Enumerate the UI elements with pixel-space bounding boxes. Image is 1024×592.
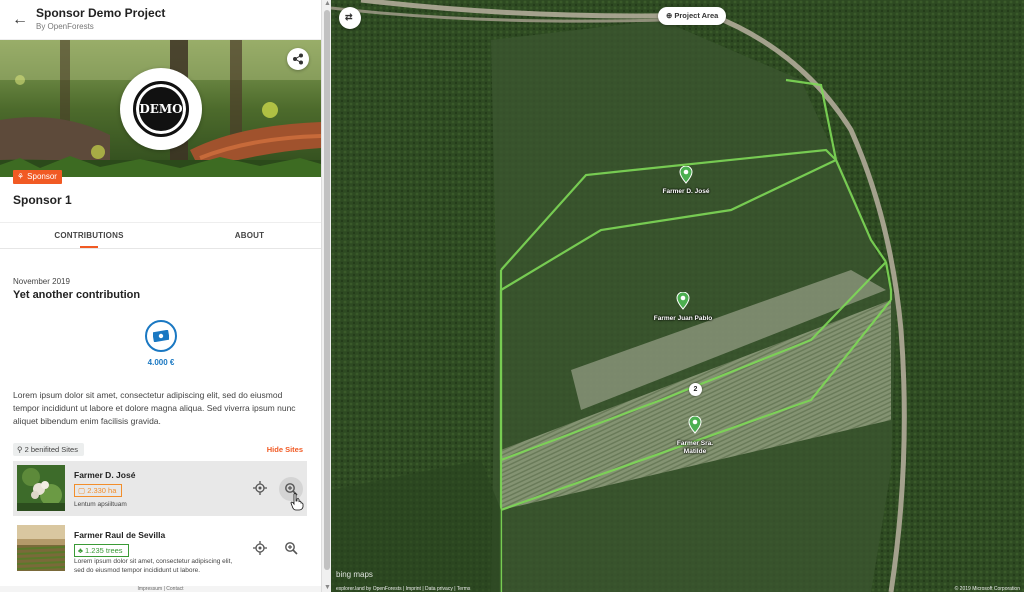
site-area-value: 2.330 ha (87, 486, 117, 495)
share-icon (293, 53, 303, 65)
sponsor-logo: DEMO (120, 68, 202, 150)
site-trees-value: 1.235 trees (85, 546, 123, 555)
project-header: ← Sponsor Demo Project By OpenForests (0, 0, 321, 40)
project-owner: By OpenForests (36, 22, 94, 31)
share-button[interactable] (287, 48, 309, 70)
site-trees-tag: ♣ 1.235 trees (74, 544, 129, 557)
tab-bar: CONTRIBUTIONS ABOUT (0, 222, 321, 249)
sites-count-label: 2 benifited Sites (24, 445, 78, 454)
sponsor-name: Sponsor 1 (13, 193, 72, 207)
marker-label: Farmer Juan Pablo (653, 315, 713, 322)
back-arrow-icon[interactable]: ← (10, 10, 30, 30)
badge-label: Sponsor (27, 172, 57, 181)
locate-icon[interactable] (253, 481, 267, 495)
hand-cursor-icon (290, 493, 304, 511)
handshake-icon: ⚘ (17, 172, 25, 181)
hide-sites-link[interactable]: Hide Sites (267, 445, 303, 454)
zoom-icon: ⊕ (666, 11, 673, 20)
sidebar-scrollbar[interactable]: ▲ ▼ (321, 0, 331, 592)
project-area-label: Project Area (674, 11, 719, 20)
site-name: Farmer Raul de Sevilla (74, 530, 166, 540)
swap-view-button[interactable]: ⇄ (339, 7, 361, 29)
cluster-marker[interactable]: 2 (689, 383, 702, 396)
scroll-down-arrow-icon[interactable]: ▼ (324, 584, 331, 592)
site-thumbnail (17, 525, 65, 571)
area-icon: ▢ (78, 486, 86, 495)
site-marker-icon[interactable] (676, 292, 690, 310)
site-name: Farmer D. José (74, 470, 136, 480)
bing-maps-logo: bing maps (336, 570, 373, 579)
sponsor-hero-image: DEMO (0, 40, 321, 177)
marker-label: Farmer Sra. Matilde (676, 440, 714, 455)
map-pin-icon: ⚲ (17, 445, 23, 454)
sidebar-panel: ← Sponsor Demo Project By OpenForests DE… (0, 0, 321, 592)
scroll-up-arrow-icon[interactable]: ▲ (324, 0, 331, 8)
tab-about[interactable]: ABOUT (178, 223, 321, 250)
contribution-description: Lorem ipsum dolor sit amet, consectetur … (13, 390, 296, 426)
marker-label: Farmer D. José (662, 188, 710, 195)
satellite-map[interactable]: ⇄ ⊕ Project Area Farmer D. José Farmer J… (331, 0, 1024, 592)
trees-icon: ♣ (78, 546, 83, 555)
site-thumbnail (17, 465, 65, 511)
site-card[interactable]: Farmer Raul de Sevilla ♣ 1.235 trees Lor… (13, 521, 307, 576)
zoom-in-icon[interactable] (284, 541, 298, 555)
logo-text: DEMO (139, 102, 183, 116)
project-area-button[interactable]: ⊕ Project Area (658, 7, 726, 25)
sponsor-logo-mark: DEMO (133, 81, 189, 137)
benefited-sites-count: ⚲ 2 benifited Sites (13, 443, 84, 456)
contribution-date: November 2019 (13, 277, 70, 286)
scrollbar-thumb[interactable] (324, 10, 330, 570)
swap-arrows-icon: ⇄ (345, 12, 353, 22)
project-title: Sponsor Demo Project (36, 6, 166, 20)
site-area-tag: ▢ 2.330 ha (74, 484, 123, 497)
map-attribution[interactable]: explorer.land by OpenForests | Imprint |… (336, 586, 470, 592)
site-marker-icon[interactable] (679, 166, 693, 184)
sponsor-badge: ⚘ Sponsor (13, 170, 62, 184)
map-copyright: © 2019 Microsoft Corporation (954, 586, 1020, 592)
site-description: Lentum apsiiltuam (74, 501, 127, 508)
footer-links[interactable]: Impressum | Contact (0, 586, 321, 592)
site-marker-icon[interactable] (688, 416, 702, 434)
locate-icon[interactable] (253, 541, 267, 555)
money-icon (145, 320, 177, 352)
contribution-amount: 4.000 € (147, 358, 175, 367)
tab-contributions[interactable]: CONTRIBUTIONS (0, 223, 178, 250)
site-card[interactable]: Farmer D. José ▢ 2.330 ha Lentum apsiilt… (13, 461, 307, 516)
site-description: Lorem ipsum dolor sit amet, consectetur … (74, 558, 233, 574)
contribution-title: Yet another contribution (13, 289, 141, 301)
